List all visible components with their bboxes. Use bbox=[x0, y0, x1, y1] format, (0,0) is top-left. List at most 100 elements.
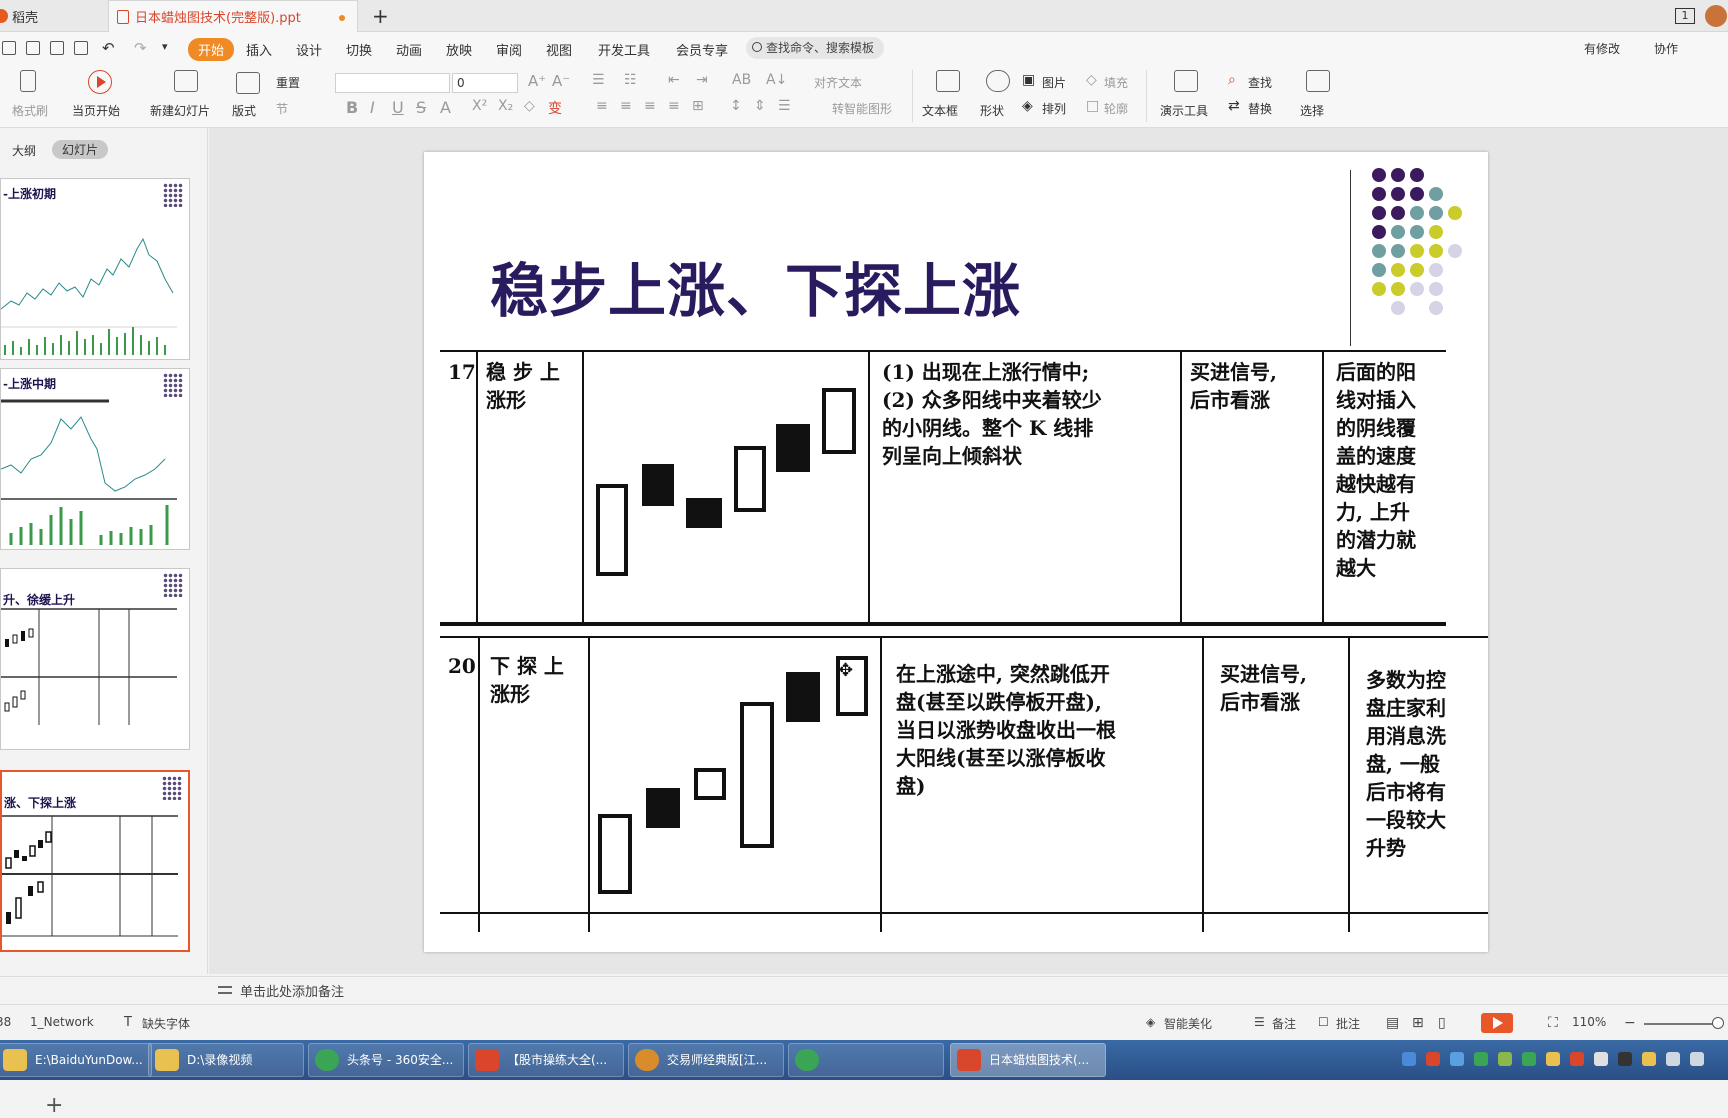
text-highlight-icon[interactable]: 变 bbox=[548, 98, 562, 118]
reset-button[interactable]: 重置 bbox=[276, 74, 300, 91]
new-tab-plus-icon[interactable]: + bbox=[372, 4, 389, 28]
tab-document[interactable]: 日本蜡烛图技术(完整版).ppt bbox=[108, 0, 358, 32]
layout-button[interactable]: 版式 bbox=[232, 102, 256, 119]
slide-thumbnail[interactable]: 升、徐缓上升 bbox=[0, 568, 190, 750]
taskbar-item[interactable]: D:\录像视频 bbox=[148, 1043, 304, 1077]
columns-icon[interactable]: ☰ bbox=[778, 98, 791, 114]
print-icon[interactable] bbox=[50, 41, 64, 55]
tray-app-icon[interactable] bbox=[1426, 1052, 1440, 1066]
undo-history-icon[interactable] bbox=[26, 41, 40, 55]
presentation-tools-icon[interactable] bbox=[1174, 70, 1198, 92]
menu-review[interactable]: 审阅 bbox=[496, 40, 522, 59]
normal-view-icon[interactable]: ▤ bbox=[1386, 1015, 1399, 1031]
justify-icon[interactable]: ≡ bbox=[668, 98, 680, 114]
tab-slides[interactable]: 幻灯片 bbox=[52, 140, 109, 159]
shapes-icon[interactable] bbox=[986, 70, 1010, 92]
align-right-icon[interactable]: ≡ bbox=[644, 98, 656, 114]
play-current-button[interactable]: 当页开始 bbox=[72, 102, 120, 119]
font-color-icon[interactable]: A bbox=[440, 98, 451, 117]
select-icon[interactable] bbox=[1306, 70, 1330, 92]
fill-button[interactable]: 填充 bbox=[1104, 74, 1128, 91]
format-painter-button[interactable]: 格式刷 bbox=[12, 102, 48, 119]
notes-toggle-button[interactable]: 备注 bbox=[1272, 1015, 1296, 1032]
reading-view-icon[interactable]: ▯ bbox=[1438, 1015, 1446, 1031]
slide-thumbnail[interactable]: -上涨初期 bbox=[0, 178, 190, 360]
strikethrough-icon[interactable]: S bbox=[416, 98, 426, 117]
network-icon[interactable] bbox=[1666, 1052, 1680, 1066]
menu-design[interactable]: 设计 bbox=[296, 40, 322, 59]
changes-link[interactable]: 有修改 bbox=[1584, 40, 1620, 57]
align-left-icon[interactable]: ≡ bbox=[596, 98, 608, 114]
collaborate-link[interactable]: 协作 bbox=[1654, 40, 1678, 57]
slide-sorter-icon[interactable]: ⊞ bbox=[1412, 1015, 1424, 1031]
textbox-button[interactable]: 文本框 bbox=[922, 102, 958, 119]
tray-app-icon[interactable] bbox=[1498, 1052, 1512, 1066]
zoom-out-icon[interactable]: − bbox=[1624, 1015, 1636, 1031]
menu-view[interactable]: 视图 bbox=[546, 40, 572, 59]
undo-icon[interactable]: ↶ bbox=[102, 39, 115, 57]
new-slide-icon[interactable] bbox=[174, 70, 198, 92]
convert-smartart-button[interactable]: 转智能图形 bbox=[832, 100, 892, 117]
outline-button[interactable]: 轮廓 bbox=[1104, 100, 1128, 117]
zoom-slider[interactable] bbox=[1644, 1023, 1716, 1025]
textbox-icon[interactable] bbox=[936, 70, 960, 92]
missing-font-button[interactable]: 缺失字体 bbox=[142, 1015, 190, 1032]
taskbar-item[interactable]: E:\BaiduYunDow... bbox=[0, 1043, 152, 1077]
input-method-icon[interactable] bbox=[1402, 1052, 1416, 1066]
notes-placeholder[interactable]: 单击此处添加备注 bbox=[240, 981, 344, 1000]
section-button[interactable]: 节 bbox=[276, 100, 288, 117]
volume-icon[interactable] bbox=[1690, 1052, 1704, 1066]
shapes-button[interactable]: 形状 bbox=[980, 102, 1004, 119]
shield-icon[interactable] bbox=[1522, 1052, 1536, 1066]
tray-app-icon[interactable] bbox=[1642, 1052, 1656, 1066]
align-center-icon[interactable]: ≡ bbox=[620, 98, 632, 114]
slideshow-play-button[interactable] bbox=[1481, 1013, 1513, 1033]
taskbar-item[interactable]: 头条号 - 360安全... bbox=[308, 1043, 464, 1077]
paragraph-spacing-icon[interactable]: ⇕ bbox=[754, 98, 766, 114]
clear-format-icon[interactable]: ◇ bbox=[524, 98, 535, 114]
arrange-button[interactable]: 排列 bbox=[1042, 100, 1066, 117]
redo-icon[interactable]: ↷ bbox=[134, 39, 147, 57]
customize-chevron-icon[interactable]: ▾ bbox=[162, 40, 168, 53]
menu-transition[interactable]: 切换 bbox=[346, 40, 372, 59]
distribute-icon[interactable]: ⊞ bbox=[692, 98, 704, 114]
print-preview-icon[interactable] bbox=[74, 41, 88, 55]
comments-button[interactable]: 批注 bbox=[1336, 1015, 1360, 1032]
new-slide-button[interactable]: 新建幻灯片 bbox=[150, 102, 210, 119]
tray-app-icon[interactable] bbox=[1594, 1052, 1608, 1066]
bullets-icon[interactable]: ☰ bbox=[592, 72, 605, 88]
tray-app-icon[interactable] bbox=[1450, 1052, 1464, 1066]
menu-animation[interactable]: 动画 bbox=[396, 40, 422, 59]
avatar[interactable] bbox=[1705, 5, 1727, 27]
taskbar-item[interactable]: 【股市操练大全(... bbox=[468, 1043, 624, 1077]
italic-icon[interactable]: I bbox=[370, 98, 375, 117]
menu-home[interactable]: 开始 bbox=[188, 38, 235, 61]
text-direction-icon[interactable]: AB bbox=[732, 72, 751, 88]
layout-icon[interactable] bbox=[236, 72, 260, 94]
increase-indent-icon[interactable]: ⇥ bbox=[696, 72, 708, 88]
menu-slideshow[interactable]: 放映 bbox=[446, 40, 472, 59]
replace-button[interactable]: 替换 bbox=[1248, 100, 1272, 117]
add-slide-plus-icon[interactable]: + bbox=[45, 1093, 63, 1118]
line-spacing-icon[interactable]: ↕ bbox=[730, 98, 742, 114]
decrease-indent-icon[interactable]: ⇤ bbox=[668, 72, 680, 88]
tray-app-icon[interactable] bbox=[1618, 1052, 1632, 1066]
command-search-input[interactable]: 查找命令、搜索模板 bbox=[746, 37, 884, 59]
find-button[interactable]: 查找 bbox=[1248, 74, 1272, 91]
increase-font-icon[interactable]: A⁺ bbox=[528, 72, 546, 90]
select-button[interactable]: 选择 bbox=[1300, 102, 1324, 119]
current-slide[interactable]: 稳步上涨、下探上涨 17 稳 步 上 涨形 (1) 出现在上涨行情中; (2) … bbox=[424, 152, 1488, 952]
taskbar-item[interactable]: 交易师经典版[江... bbox=[628, 1043, 784, 1077]
font-size-select[interactable]: 0 bbox=[452, 73, 518, 93]
zoom-level[interactable]: 110% bbox=[1572, 1015, 1606, 1029]
underline-icon[interactable]: U bbox=[392, 98, 404, 117]
taskbar-item[interactable] bbox=[788, 1043, 944, 1077]
play-icon[interactable] bbox=[88, 70, 112, 94]
smart-beautify-button[interactable]: 智能美化 bbox=[1164, 1015, 1212, 1032]
font-family-select[interactable] bbox=[335, 73, 450, 93]
tray-app-icon[interactable] bbox=[1570, 1052, 1584, 1066]
window-count-badge[interactable]: 1 bbox=[1675, 8, 1695, 24]
tab-docer[interactable]: 稻壳 bbox=[0, 0, 104, 32]
subscript-icon[interactable]: X₂ bbox=[498, 98, 513, 114]
presentation-tools-button[interactable]: 演示工具 bbox=[1160, 102, 1208, 119]
